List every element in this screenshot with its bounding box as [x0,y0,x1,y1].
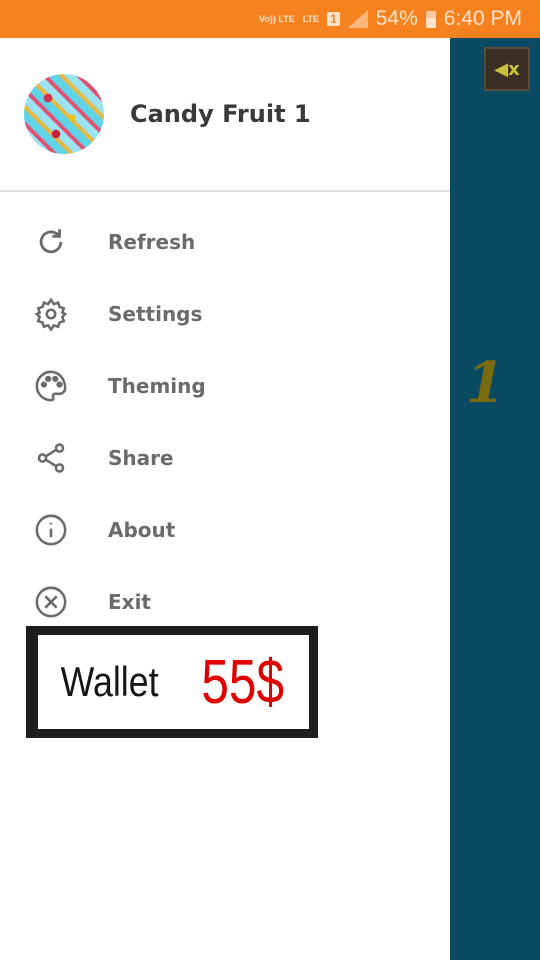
lte-indicator: LTE [302,13,320,24]
menu-item-label: Refresh [108,230,196,254]
clock: 6:40 PM [443,7,522,30]
menu-item-label: Theming [108,374,206,398]
drawer-header: Candy Fruit 1 [0,38,450,192]
volte-indicator: Vo)) LTE [259,13,295,24]
menu-item-label: Settings [108,302,203,326]
sim-indicator: 1 [327,12,340,26]
gear-icon [34,297,68,331]
menu-item-label: Exit [108,590,151,614]
level-number: 1 [466,350,505,416]
menu-item-refresh[interactable]: Refresh [0,206,450,278]
refresh-icon [39,229,63,254]
mute-button[interactable]: ◀x [484,47,530,91]
menu-item-label: About [108,518,176,542]
app-avatar [24,74,104,154]
wallet-panel: Wallet 55$ [26,626,318,738]
menu-item-label: Share [108,446,174,470]
battery-percent: 54% [375,7,418,30]
menu-item-settings[interactable]: Settings [0,278,450,350]
close-circle-icon [35,586,67,618]
status-bar: Vo)) LTE LTE 1 54% 6:40 PM [0,0,540,38]
share-icon [37,443,65,473]
palette-icon [35,370,67,402]
app-title: Candy Fruit 1 [130,100,311,128]
navigation-drawer: Candy Fruit 1 Refresh Settings Theming S… [0,38,450,960]
signal-icon [347,10,368,28]
menu-item-theming[interactable]: Theming [0,350,450,422]
menu-item-about[interactable]: About [0,494,450,566]
info-icon [35,514,67,546]
drawer-menu: Refresh Settings Theming Share About Exi… [0,192,450,638]
wallet-amount: 55$ [201,647,285,717]
battery-icon [425,10,436,28]
speaker-muted-icon: ◀x [494,58,520,80]
game-background [450,38,540,960]
menu-item-share[interactable]: Share [0,422,450,494]
wallet-label: Wallet [60,658,159,705]
